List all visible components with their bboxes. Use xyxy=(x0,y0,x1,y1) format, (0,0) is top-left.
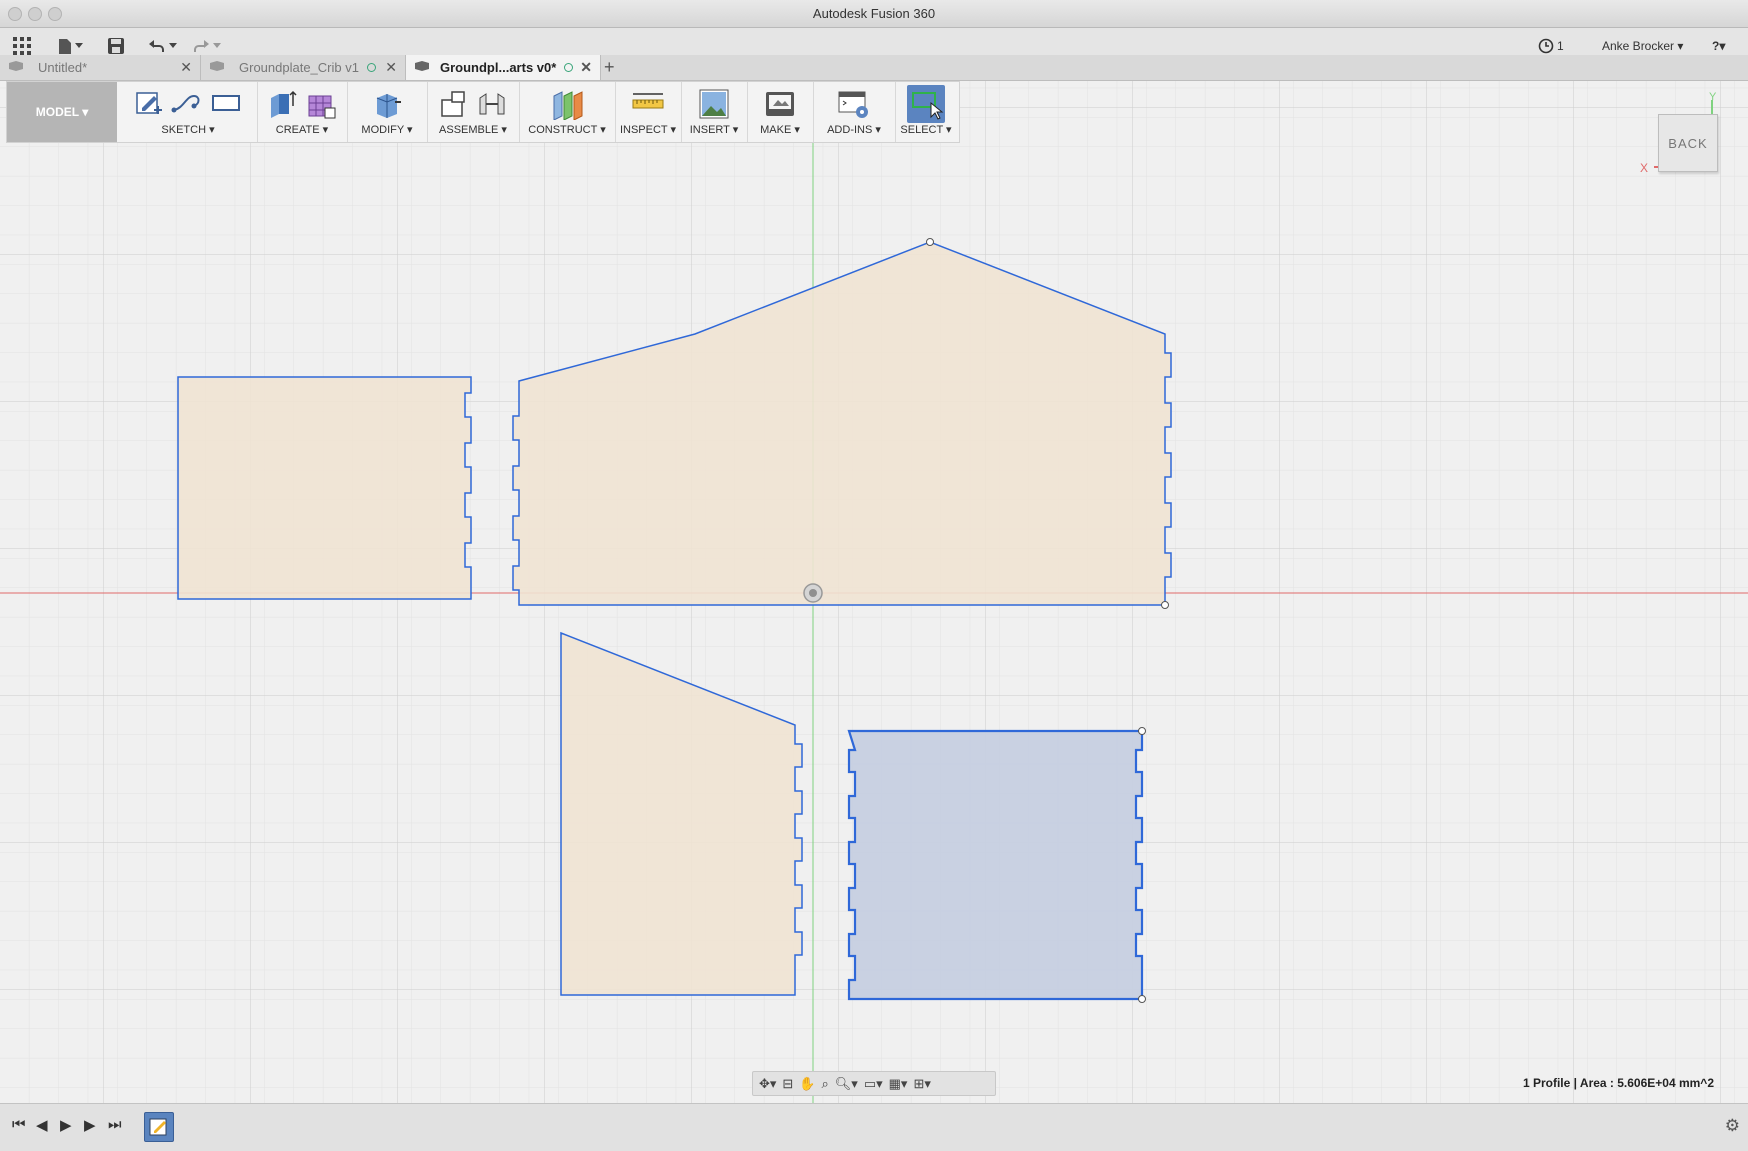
construct-group-label[interactable]: CONSTRUCT ▾ xyxy=(519,123,615,136)
close-tab-icon[interactable]: ✕ xyxy=(180,59,192,76)
grid-settings-icon[interactable]: ▦▾ xyxy=(889,1076,908,1092)
3d-print-icon[interactable] xyxy=(764,88,796,120)
save-icon[interactable] xyxy=(108,36,124,56)
fit-icon[interactable]: 🔍︎▾ xyxy=(835,1076,858,1092)
window-title: Autodesk Fusion 360 xyxy=(812,6,936,21)
zoom-icon[interactable]: ⌕ xyxy=(822,1076,829,1092)
look-at-icon[interactable]: ⊟ xyxy=(782,1076,793,1092)
extrude-icon[interactable] xyxy=(267,88,299,120)
insert-group[interactable]: INSERT ▾ xyxy=(681,82,748,142)
job-status-clock-icon[interactable]: 1 xyxy=(1538,36,1564,56)
play-icon[interactable]: ▶ xyxy=(60,1116,72,1134)
viewports-icon[interactable]: ⊞▾ xyxy=(913,1076,930,1092)
tab-label: Untitled* xyxy=(38,60,88,75)
rectangle-tool-icon[interactable] xyxy=(210,88,242,118)
insert-image-icon[interactable] xyxy=(698,88,730,120)
new-component-icon[interactable] xyxy=(438,88,470,120)
sketch-profile-left-panel[interactable] xyxy=(177,376,472,600)
document-tab-bar: Untitled* ✕ Groundplate_Crib v1 ✕ Ground… xyxy=(0,55,1748,81)
sketch-group-label[interactable]: SKETCH ▾ xyxy=(119,123,257,136)
navigation-bar: ✥▾ ⊟ ✋ ⌕ 🔍︎▾ ▭▾ ▦▾ ⊞▾ xyxy=(752,1071,996,1096)
profile-area-status: 1 Profile | Area : 5.606E+04 mm^2 xyxy=(1522,1076,1714,1090)
sketch-profile-selected-panel[interactable] xyxy=(847,729,1144,1001)
data-panel-grid-icon[interactable] xyxy=(13,36,31,56)
create-group-label[interactable]: CREATE ▾ xyxy=(257,123,347,136)
viewcube-face-label[interactable]: BACK xyxy=(1668,136,1707,151)
display-settings-icon[interactable]: ▭▾ xyxy=(864,1076,883,1092)
sketch-point[interactable] xyxy=(1161,601,1169,609)
close-tab-icon[interactable]: ✕ xyxy=(385,59,397,76)
line-tool-icon[interactable] xyxy=(170,88,204,118)
pan-icon[interactable]: ✋ xyxy=(799,1076,815,1092)
job-count: 1 xyxy=(1557,39,1564,53)
sketch-canvas[interactable]: X Y xyxy=(0,81,1748,1103)
offset-plane-icon[interactable] xyxy=(550,88,584,120)
insert-group-label[interactable]: INSERT ▾ xyxy=(681,123,747,136)
x-axis-label: X xyxy=(1640,161,1648,175)
saved-status-icon xyxy=(366,63,376,72)
y-axis-label: Y xyxy=(1709,91,1717,103)
make-group[interactable]: MAKE ▾ xyxy=(747,82,814,142)
title-bar: Autodesk Fusion 360 xyxy=(0,0,1748,28)
form-icon[interactable] xyxy=(305,88,337,120)
tab-groundplate-parts[interactable]: Groundpl...arts v0* ✕ xyxy=(406,55,601,80)
joint-icon[interactable] xyxy=(476,88,508,120)
modify-group-label[interactable]: MODIFY ▾ xyxy=(347,123,427,136)
sketch-group[interactable]: SKETCH ▾ xyxy=(119,82,258,142)
inspect-group[interactable]: INSPECT ▾ xyxy=(615,82,682,142)
select-group-label[interactable]: SELECT ▾ xyxy=(895,123,957,136)
modify-group[interactable]: MODIFY ▾ xyxy=(347,82,428,142)
document-icon xyxy=(8,60,24,75)
new-tab-button[interactable]: + xyxy=(604,57,615,78)
user-account-menu[interactable]: Anke Brocker ▾ xyxy=(1602,39,1683,53)
measure-icon[interactable] xyxy=(631,88,665,118)
step-forward-icon[interactable]: ▶ xyxy=(84,1116,96,1134)
redo-icon[interactable] xyxy=(192,36,221,56)
go-to-start-icon[interactable]: ⏮ xyxy=(12,1116,26,1133)
viewcube[interactable]: BACK xyxy=(1658,114,1718,172)
origin-icon[interactable] xyxy=(803,583,823,603)
tab-label: Groundplate_Crib v1 xyxy=(239,60,359,75)
tab-groundplate-crib[interactable]: Groundplate_Crib v1 ✕ xyxy=(201,55,406,80)
document-icon xyxy=(209,60,225,75)
scripts-addins-icon[interactable] xyxy=(837,88,871,120)
step-back-icon[interactable]: ◀ xyxy=(36,1116,48,1134)
create-sketch-icon[interactable] xyxy=(134,88,164,118)
sketch-point[interactable] xyxy=(926,238,934,246)
workspace-switcher-button[interactable]: MODEL ▾ xyxy=(7,82,117,142)
construct-group[interactable]: CONSTRUCT ▾ xyxy=(519,82,616,142)
press-pull-icon[interactable] xyxy=(371,88,403,120)
saved-status-icon xyxy=(564,63,574,72)
tab-label: Groundpl...arts v0* xyxy=(440,60,557,75)
assemble-group[interactable]: ASSEMBLE ▾ xyxy=(427,82,520,142)
timeline-bar: ⏮ ◀ ▶ ▶ ⏭ ⚙ xyxy=(0,1103,1748,1151)
inspect-group-label[interactable]: INSPECT ▾ xyxy=(615,123,681,136)
timeline-sketch-feature[interactable] xyxy=(144,1112,174,1142)
undo-icon[interactable] xyxy=(148,36,177,56)
orbit-icon[interactable]: ✥▾ xyxy=(759,1076,776,1092)
make-group-label[interactable]: MAKE ▾ xyxy=(747,123,813,136)
tab-untitled[interactable]: Untitled* ✕ xyxy=(0,55,201,80)
create-group[interactable]: CREATE ▾ xyxy=(257,82,348,142)
ribbon-toolbar: MODEL ▾ SKETCH ▾ CREATE ▾ MODIFY ▾ ASSEM… xyxy=(6,81,960,143)
select-cursor-icon[interactable] xyxy=(907,85,945,123)
close-tab-icon[interactable]: ✕ xyxy=(580,59,592,76)
file-menu-icon[interactable] xyxy=(58,36,83,56)
help-menu[interactable]: ?▾ xyxy=(1712,39,1725,53)
go-to-end-icon[interactable]: ⏭ xyxy=(108,1116,122,1133)
sketch-point[interactable] xyxy=(1138,727,1146,735)
timeline-settings-gear-icon[interactable]: ⚙ xyxy=(1725,1116,1740,1136)
select-group[interactable]: SELECT ▾ xyxy=(895,82,957,142)
sketch-feature-icon xyxy=(149,1118,167,1136)
add-ins-group-label[interactable]: ADD-INS ▾ xyxy=(813,123,895,136)
sketch-point[interactable] xyxy=(1138,995,1146,1003)
document-icon xyxy=(414,60,430,75)
add-ins-group[interactable]: ADD-INS ▾ xyxy=(813,82,896,142)
assemble-group-label[interactable]: ASSEMBLE ▾ xyxy=(427,123,519,136)
